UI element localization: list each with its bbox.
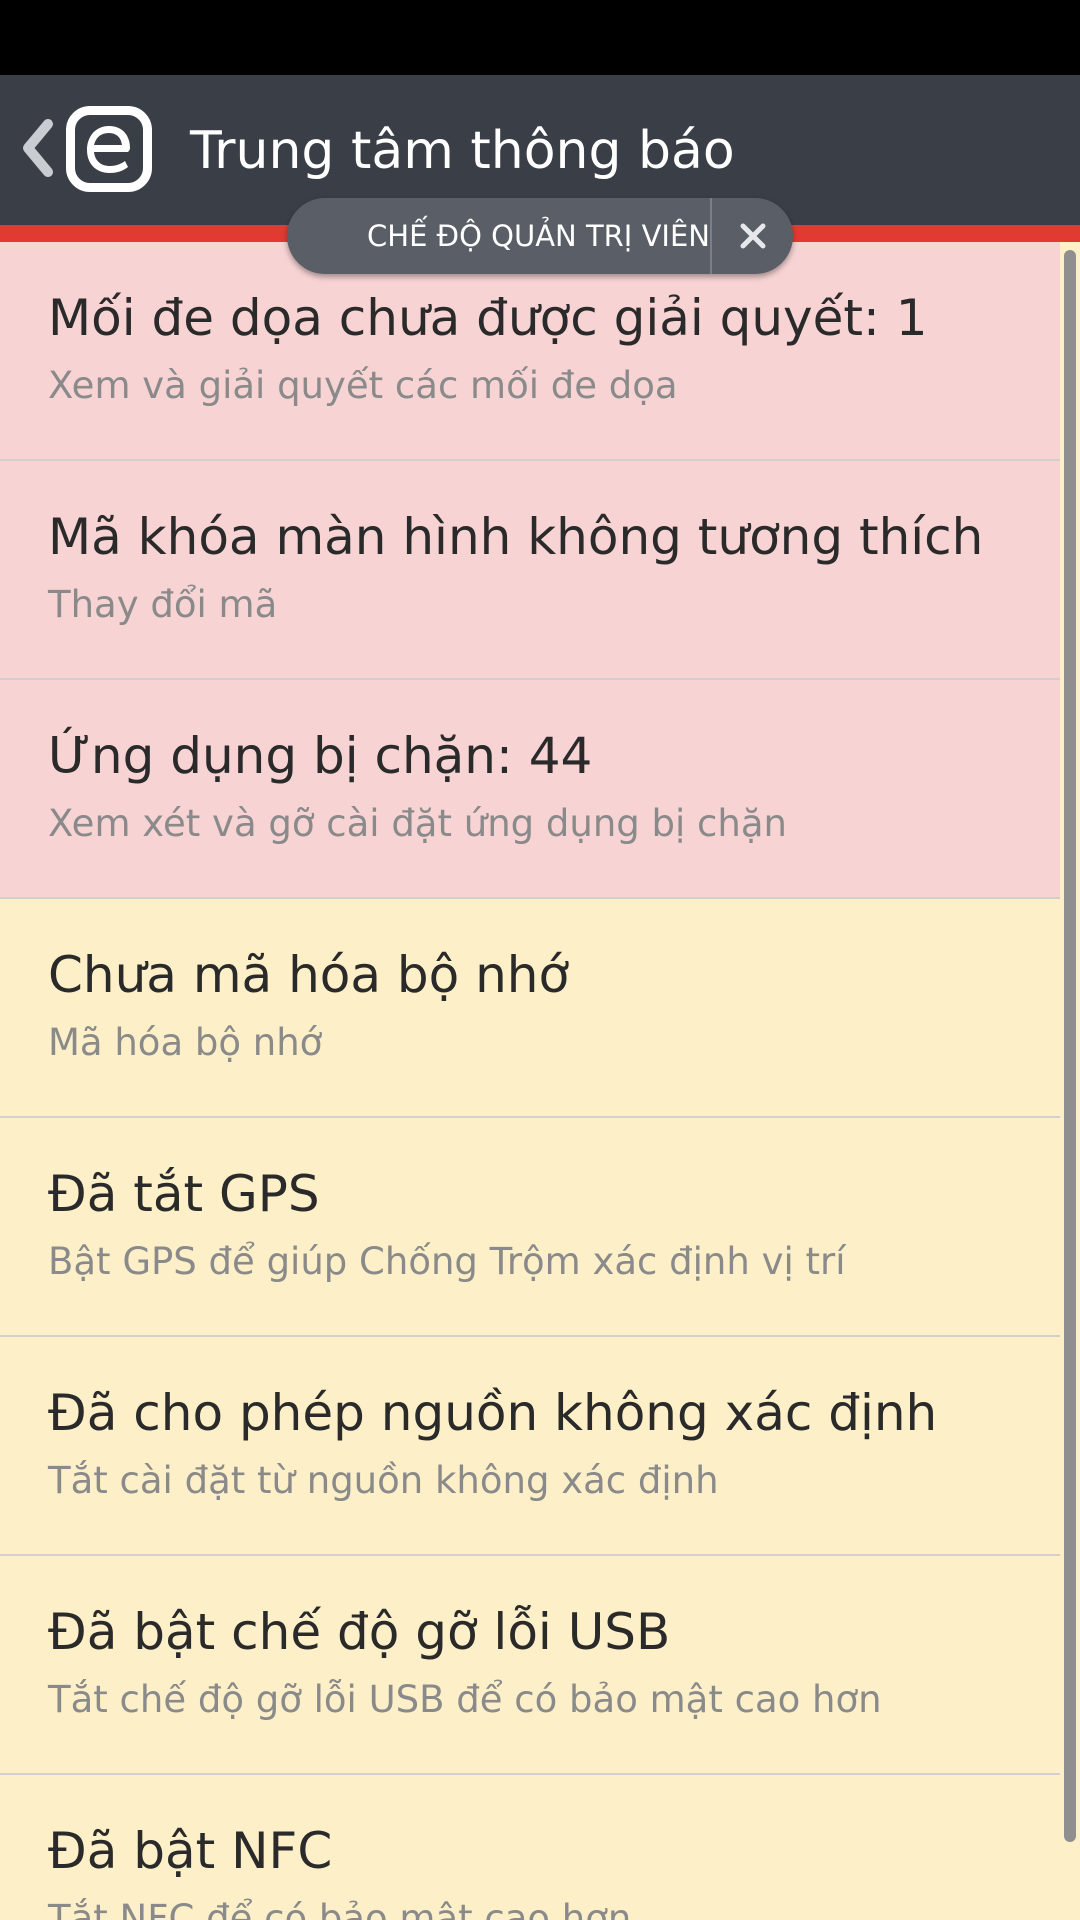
list-item[interactable]: Chưa mã hóa bộ nhớ Mã hóa bộ nhớ xyxy=(0,899,1060,1118)
close-icon xyxy=(740,223,765,249)
status-bar xyxy=(0,0,1080,75)
scrollbar-thumb[interactable] xyxy=(1064,250,1076,1842)
list-item[interactable]: Mã khóa màn hình không tương thích Thay … xyxy=(0,461,1060,680)
list-item-title: Đã tắt GPS xyxy=(48,1165,320,1223)
list-item-subtitle: Tắt chế độ gỡ lỗi USB để có bảo mật cao … xyxy=(48,1678,882,1721)
list-item-title: Mã khóa màn hình không tương thích xyxy=(48,508,984,566)
list-item-subtitle: Thay đổi mã xyxy=(48,583,278,626)
admin-mode-close-button[interactable] xyxy=(712,198,793,274)
list-item[interactable]: Đã bật NFC Tắt NFC để có bảo mật cao hơn xyxy=(0,1775,1060,1920)
admin-mode-label[interactable]: CHẾ ĐỘ QUẢN TRỊ VIÊN xyxy=(287,198,710,274)
list-item-title: Đã cho phép nguồn không xác định xyxy=(48,1384,938,1442)
list-item-title: Đã bật NFC xyxy=(48,1822,333,1880)
list-item[interactable]: Đã tắt GPS Bật GPS để giúp Chống Trộm xá… xyxy=(0,1118,1060,1337)
list-item[interactable]: Ứng dụng bị chặn: 44 Xem xét và gỡ cài đ… xyxy=(0,680,1060,899)
list-item-subtitle: Tắt cài đặt từ nguồn không xác định xyxy=(48,1459,719,1502)
chevron-left-icon[interactable] xyxy=(20,118,56,178)
page-title: Trung tâm thông báo xyxy=(190,121,735,181)
notification-list: Mối đe dọa chưa được giải quyết: 1 Xem v… xyxy=(0,242,1060,1920)
eset-logo-icon[interactable] xyxy=(66,106,152,192)
list-item-subtitle: Mã hóa bộ nhớ xyxy=(48,1021,323,1064)
list-item-title: Ứng dụng bị chặn: 44 xyxy=(48,727,593,785)
list-item[interactable]: Mối đe dọa chưa được giải quyết: 1 Xem v… xyxy=(0,242,1060,461)
list-item[interactable]: Đã cho phép nguồn không xác định Tắt cài… xyxy=(0,1337,1060,1556)
list-item-title: Mối đe dọa chưa được giải quyết: 1 xyxy=(48,289,928,347)
list-item-subtitle: Xem và giải quyết các mối đe dọa xyxy=(48,364,678,407)
list-item-subtitle: Bật GPS để giúp Chống Trộm xác định vị t… xyxy=(48,1240,846,1283)
list-item[interactable]: Đã bật chế độ gỡ lỗi USB Tắt chế độ gỡ l… xyxy=(0,1556,1060,1775)
list-item-title: Đã bật chế độ gỡ lỗi USB xyxy=(48,1603,671,1661)
admin-mode-pill: CHẾ ĐỘ QUẢN TRỊ VIÊN xyxy=(287,198,793,274)
list-item-subtitle: Xem xét và gỡ cài đặt ứng dụng bị chặn xyxy=(48,802,787,845)
list-item-title: Chưa mã hóa bộ nhớ xyxy=(48,946,570,1004)
screen: Trung tâm thông báo CHẾ ĐỘ QUẢN TRỊ VIÊN… xyxy=(0,0,1080,1920)
list-item-subtitle: Tắt NFC để có bảo mật cao hơn xyxy=(48,1897,632,1920)
